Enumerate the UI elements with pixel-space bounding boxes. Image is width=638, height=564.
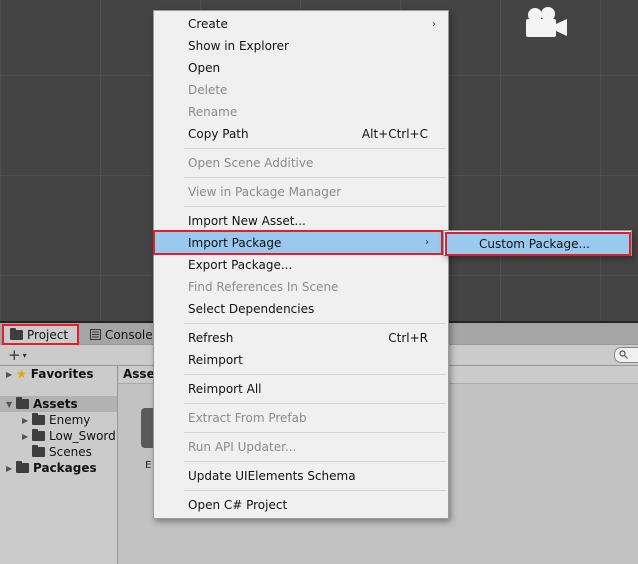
menu-item-label: Refresh (188, 331, 234, 345)
expand-arrow-icon[interactable]: ▶ (6, 464, 16, 473)
chevron-right-icon: › (425, 237, 429, 248)
folder-icon (16, 461, 29, 473)
tree-item-low-sword[interactable]: ▶ Low_Sword (22, 428, 116, 444)
tree-item-label: Favorites (30, 367, 94, 381)
collapse-arrow-icon[interactable]: ▼ (6, 400, 16, 409)
tree-item-label: Enemy (49, 413, 91, 427)
menu-separator (184, 206, 446, 207)
tree-item-scenes[interactable]: Scenes (32, 444, 92, 460)
tab-project-label: Project (27, 327, 69, 342)
menu-item-update-uielements-schema[interactable]: Update UIElements Schema (154, 465, 448, 487)
chevron-down-icon: ▾ (22, 350, 27, 360)
menu-item-label: Copy Path (188, 127, 249, 141)
camera-icon (526, 7, 567, 37)
menu-item-find-references: Find References In Scene (154, 276, 448, 298)
tree-item-label: Packages (33, 461, 97, 475)
menu-item-label: Import New Asset... (188, 214, 306, 228)
folder-icon (10, 327, 23, 340)
menu-separator (184, 374, 446, 375)
menu-separator (184, 432, 446, 433)
folder-icon (32, 413, 45, 425)
folder-icon (32, 445, 45, 457)
menu-separator (184, 490, 446, 491)
menu-item-label: Delete (188, 83, 228, 97)
project-tree: ▶ ★ Favorites ▼ Assets ▶ Enemy ▶ Low_Swo… (0, 366, 118, 564)
menu-item-label: Open C# Project (188, 498, 288, 512)
tab-project[interactable]: Project (2, 324, 79, 345)
menu-item-export-package[interactable]: Export Package... (154, 254, 448, 276)
shortcut-label: Alt+Ctrl+C (361, 127, 428, 141)
menu-item-reimport-all[interactable]: Reimport All (154, 378, 448, 400)
tree-item-label: Low_Sword (49, 429, 116, 443)
menu-item-open-csharp-project[interactable]: Open C# Project (154, 494, 448, 516)
shortcut-label: Ctrl+R (388, 331, 428, 345)
menu-item-copy-path[interactable]: Copy Path Alt+Ctrl+C (154, 123, 448, 145)
menu-item-create[interactable]: Create › (154, 13, 448, 35)
tree-item-enemy[interactable]: ▶ Enemy (22, 412, 90, 428)
menu-separator (184, 403, 446, 404)
menu-item-refresh[interactable]: Refresh Ctrl+R (154, 327, 448, 349)
menu-item-show-in-explorer[interactable]: Show in Explorer (154, 35, 448, 57)
menu-item-label: Open Scene Additive (188, 156, 314, 170)
menu-item-label: Extract From Prefab (188, 411, 307, 425)
menu-item-select-dependencies[interactable]: Select Dependencies (154, 298, 448, 320)
star-icon: ★ (16, 367, 27, 381)
context-menu: Create › Show in Explorer Open Delete Re… (153, 10, 449, 519)
menu-item-open[interactable]: Open (154, 57, 448, 79)
console-icon (90, 329, 101, 340)
search-input[interactable] (614, 347, 638, 363)
menu-item-label: Run API Updater... (188, 440, 297, 454)
search-icon (619, 350, 628, 359)
menu-item-run-api-updater: Run API Updater... (154, 436, 448, 458)
menu-item-reimport[interactable]: Reimport (154, 349, 448, 371)
menu-item-label: Select Dependencies (188, 302, 315, 316)
expand-arrow-icon[interactable]: ▶ (6, 370, 16, 379)
menu-separator (184, 148, 446, 149)
menu-item-import-new-asset[interactable]: Import New Asset... (154, 210, 448, 232)
menu-item-view-in-package-manager: View in Package Manager (154, 181, 448, 203)
menu-item-label: Reimport (188, 353, 243, 367)
menu-item-label: View in Package Manager (188, 185, 342, 199)
asset-label: E (145, 460, 152, 471)
menu-item-label: Custom Package... (479, 237, 590, 251)
tab-console-label: Console (105, 327, 153, 342)
menu-item-label: Find References In Scene (188, 280, 339, 294)
menu-item-label: Import Package (188, 235, 282, 250)
menu-item-label: Reimport All (188, 382, 262, 396)
menu-item-rename: Rename (154, 101, 448, 123)
menu-separator (184, 177, 446, 178)
expand-arrow-icon[interactable]: ▶ (22, 432, 32, 441)
menu-item-delete: Delete (154, 79, 448, 101)
tree-item-assets[interactable]: ▼ Assets (0, 396, 117, 412)
menu-separator (184, 461, 446, 462)
tree-item-packages[interactable]: ▶ Packages (6, 460, 97, 476)
menu-item-label: Update UIElements Schema (188, 469, 356, 483)
tree-item-favorites[interactable]: ▶ ★ Favorites (6, 366, 93, 382)
tree-item-label: Scenes (49, 445, 92, 459)
menu-item-extract-from-prefab: Extract From Prefab (154, 407, 448, 429)
menu-item-custom-package[interactable]: Custom Package... (445, 232, 631, 256)
menu-item-open-scene-additive: Open Scene Additive (154, 152, 448, 174)
chevron-right-icon: › (432, 18, 436, 30)
tab-console[interactable]: Console (84, 324, 159, 345)
menu-item-import-package[interactable]: Import Package › (153, 230, 443, 255)
menu-item-label: Rename (188, 105, 238, 119)
add-button[interactable]: + ▾ (8, 346, 36, 364)
menu-item-label: Open (188, 61, 221, 75)
menu-item-label: Create (188, 17, 228, 31)
import-package-submenu: Custom Package... (443, 230, 632, 256)
folder-icon (32, 429, 45, 441)
menu-item-label: Show in Explorer (188, 39, 289, 53)
menu-item-label: Export Package... (188, 258, 293, 272)
folder-open-icon (16, 397, 29, 409)
plus-icon: + (8, 346, 21, 364)
tree-item-label: Assets (33, 397, 78, 411)
expand-arrow-icon[interactable]: ▶ (22, 416, 32, 425)
menu-separator (184, 323, 446, 324)
